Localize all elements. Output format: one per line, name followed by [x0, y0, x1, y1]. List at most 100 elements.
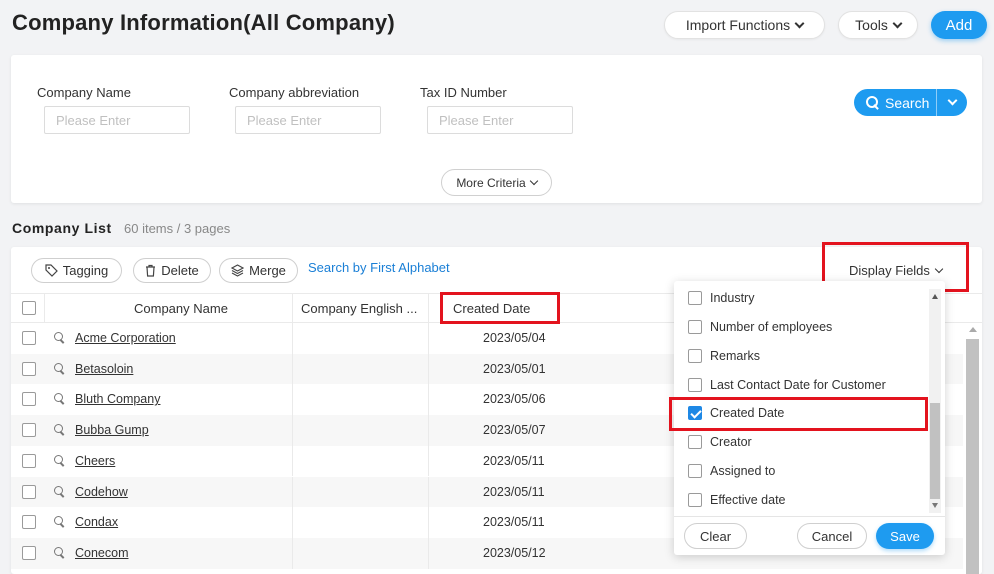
column-divider — [428, 415, 429, 446]
created-date-cell: 2023/05/04 — [483, 331, 546, 345]
column-divider — [428, 537, 429, 569]
import-functions-button[interactable]: Import Functions — [664, 11, 825, 39]
company-name-link[interactable]: Codehow — [75, 485, 128, 499]
column-divider — [292, 445, 293, 477]
created-date-cell: 2023/05/07 — [483, 423, 546, 438]
company-name-link[interactable]: Acme Corporation — [75, 331, 176, 345]
search-icon[interactable] — [54, 516, 65, 527]
field-option-number-of-employees[interactable]: Number of employees — [688, 317, 832, 337]
add-button[interactable]: Add — [931, 11, 987, 39]
layers-icon — [231, 264, 245, 277]
column-divider — [428, 507, 429, 538]
save-button[interactable]: Save — [876, 523, 934, 549]
search-options-dropdown[interactable] — [937, 95, 967, 106]
column-divider — [428, 294, 429, 322]
menu-scrollbar-thumb[interactable] — [930, 403, 940, 499]
column-divider — [292, 507, 293, 538]
company-abbreviation-input[interactable]: Please Enter — [235, 106, 381, 134]
merge-button[interactable]: Merge — [219, 258, 298, 283]
tax-id-input[interactable]: Please Enter — [427, 106, 573, 134]
merge-label: Merge — [249, 263, 286, 278]
search-icon[interactable] — [54, 485, 65, 497]
company-abbreviation-label: Company abbreviation — [229, 85, 360, 100]
search-by-alphabet-link[interactable]: Search by First Alphabet — [308, 260, 450, 275]
column-header-company-english[interactable]: Company English ... — [301, 294, 417, 322]
search-icon[interactable] — [54, 546, 65, 558]
scroll-down-icon[interactable] — [932, 503, 938, 508]
company-name-link[interactable]: Betasoloin — [75, 362, 133, 376]
field-option-remarks[interactable]: Remarks — [688, 346, 760, 366]
field-option-effective-date[interactable]: Effective date — [688, 490, 786, 510]
delete-button[interactable]: Delete — [133, 258, 211, 283]
field-checkbox[interactable] — [688, 464, 702, 478]
row-checkbox[interactable] — [22, 484, 36, 499]
import-functions-label: Import Functions — [685, 17, 791, 33]
tag-icon — [45, 264, 58, 277]
company-name-label: Company Name — [37, 85, 131, 100]
row-checkbox[interactable] — [22, 423, 36, 438]
search-icon[interactable] — [54, 454, 65, 466]
company-name-link[interactable]: Bluth Company — [75, 392, 160, 406]
column-divider — [292, 537, 293, 569]
column-divider — [292, 415, 293, 446]
field-option-industry[interactable]: Industry — [688, 288, 754, 308]
page-title: Company Information(All Company) — [12, 10, 395, 35]
company-name-link[interactable]: Conecom — [75, 546, 129, 560]
created-date-cell: 2023/05/11 — [483, 484, 545, 499]
field-checkbox[interactable] — [688, 291, 702, 305]
divider — [674, 516, 945, 517]
company-name-link[interactable]: Cheers — [75, 454, 115, 468]
chevron-down-icon — [794, 18, 805, 28]
created-date-cell: 2023/05/11 — [483, 453, 545, 468]
field-option-assigned-to[interactable]: Assigned to — [688, 461, 775, 481]
field-checkbox[interactable] — [688, 349, 702, 363]
clear-button[interactable]: Clear — [684, 523, 747, 549]
company-name-link[interactable]: Bubba Gump — [75, 423, 149, 437]
tools-label: Tools — [855, 17, 888, 33]
field-checkbox[interactable] — [688, 435, 702, 449]
column-divider — [428, 353, 429, 385]
more-criteria-button[interactable]: More Criteria — [441, 169, 552, 196]
field-option-label: Remarks — [710, 349, 761, 363]
created-date-cell: 2023/05/12 — [483, 545, 546, 560]
company-list-title: Company List — [12, 220, 112, 236]
more-criteria-label: More Criteria — [456, 175, 526, 190]
column-header-company-name[interactable]: Company Name — [134, 294, 228, 322]
row-checkbox[interactable] — [22, 453, 36, 468]
row-checkbox[interactable] — [22, 392, 36, 407]
search-icon[interactable] — [54, 393, 65, 404]
cancel-button[interactable]: Cancel — [797, 523, 867, 549]
search-icon[interactable] — [54, 332, 65, 343]
field-option-label: Number of employees — [710, 320, 833, 334]
scroll-up-icon[interactable] — [969, 327, 977, 332]
tax-id-label: Tax ID Number — [420, 85, 507, 100]
search-icon[interactable] — [54, 424, 65, 435]
column-divider — [292, 476, 293, 508]
table-scrollbar-thumb[interactable] — [966, 339, 979, 574]
column-divider — [428, 384, 429, 416]
row-checkbox[interactable] — [22, 361, 36, 376]
search-icon[interactable] — [54, 362, 65, 374]
tagging-button[interactable]: Tagging — [31, 258, 122, 283]
field-option-label: Assigned to — [710, 464, 776, 478]
field-option-creator[interactable]: Creator — [688, 432, 752, 452]
field-option-last-contact-date[interactable]: Last Contact Date for Customer — [688, 375, 886, 395]
field-checkbox[interactable] — [688, 320, 702, 334]
scroll-up-icon[interactable] — [932, 294, 938, 299]
chevron-down-icon — [529, 176, 538, 185]
select-all-checkbox[interactable] — [22, 301, 36, 315]
search-label: Search — [885, 94, 930, 111]
row-checkbox[interactable] — [22, 515, 36, 530]
field-checkbox[interactable] — [688, 378, 702, 392]
column-divider — [44, 294, 45, 322]
company-name-input[interactable]: Please Enter — [44, 106, 190, 134]
company-name-link[interactable]: Condax — [75, 515, 118, 529]
column-divider — [428, 476, 429, 508]
search-icon — [866, 96, 879, 109]
field-checkbox[interactable] — [688, 493, 702, 507]
row-checkbox[interactable] — [22, 331, 36, 345]
row-checkbox[interactable] — [22, 545, 36, 560]
field-option-label: Effective date — [710, 493, 786, 507]
tools-button[interactable]: Tools — [838, 11, 918, 39]
search-button[interactable]: Search — [854, 95, 936, 111]
